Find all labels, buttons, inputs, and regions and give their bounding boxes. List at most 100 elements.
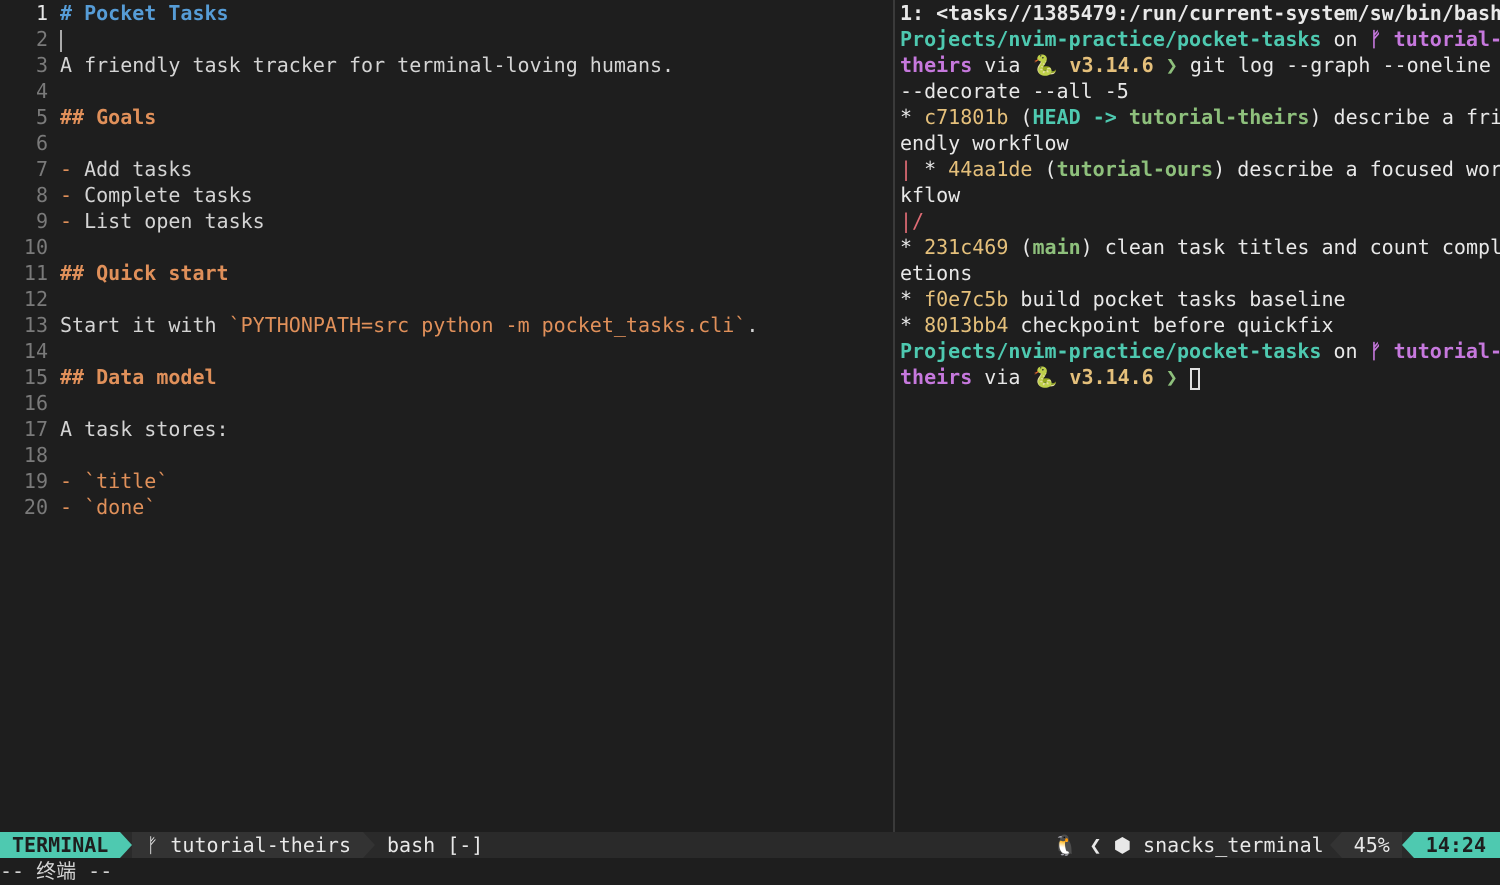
editor-line[interactable]: 16 xyxy=(0,390,893,416)
text-span: - xyxy=(60,157,73,181)
editor-line[interactable]: 20 - `done` xyxy=(0,494,893,520)
terminal-span: 8013bb4 xyxy=(924,313,1009,337)
text-span: Complete tasks xyxy=(72,183,253,207)
text-span: . xyxy=(746,313,759,337)
filetype-icon: ⬢ xyxy=(1113,833,1132,857)
editor-line[interactable]: 2 xyxy=(0,26,893,52)
line-number: 2 xyxy=(35,27,48,51)
editor-line[interactable]: 8- Complete tasks xyxy=(0,182,893,208)
editor-line[interactable]: 17 A task stores: xyxy=(0,416,893,442)
statusline: TERMINAL ᚠ tutorial-theirs bash [-] 🐧 ❮ … xyxy=(0,832,1500,858)
buffer-name: bash [-] xyxy=(386,833,484,857)
terminal-line: Projects/nvim-practice/pocket-tasks on ᚠ… xyxy=(900,338,1500,364)
line-number: 5 xyxy=(35,105,48,129)
terminal-span: HEAD -> xyxy=(1032,105,1117,129)
command-line[interactable]: -- 终端 -- xyxy=(0,858,1500,885)
editor-line[interactable]: 7- Add tasks xyxy=(0,156,893,182)
line-text: Start it with `PYTHONPATH=src python -m … xyxy=(60,312,893,338)
terminal-span: * xyxy=(900,287,925,311)
text-span: - xyxy=(60,183,73,207)
terminal-span: via xyxy=(972,365,1033,389)
text-span xyxy=(72,495,84,519)
line-number: 9 xyxy=(35,209,48,233)
line-number: 14 xyxy=(23,339,48,363)
editor-line[interactable]: 14 xyxy=(0,338,893,364)
terminal-span: ) describe a fri xyxy=(1309,105,1500,129)
editor-line[interactable]: 10 xyxy=(0,234,893,260)
text-span: - xyxy=(60,209,73,233)
split-divider[interactable] xyxy=(893,0,895,832)
text-span: Add tasks xyxy=(72,157,193,181)
line-number: 18 xyxy=(23,443,48,467)
terminal-pane[interactable]: 1: <tasks//1385479:/run/current-system/s… xyxy=(900,0,1500,832)
text-span: - xyxy=(60,469,73,493)
terminal-line: * 8013bb4 checkpoint before quickfix xyxy=(900,312,1500,338)
linux-icon: 🐧 xyxy=(1052,833,1078,857)
editor-line[interactable]: 1 # Pocket Tasks xyxy=(0,0,893,26)
editor-line[interactable]: 18 xyxy=(0,442,893,468)
line-number: 20 xyxy=(23,495,48,519)
chevron-left-icon: ❮ xyxy=(1089,833,1102,857)
line-number: 17 xyxy=(23,417,48,441)
line-text: - Complete tasks xyxy=(60,182,893,208)
editor-line[interactable]: 9 - List open tasks xyxy=(0,208,893,234)
terminal-span: ( xyxy=(1008,235,1033,259)
mode-indicator: TERMINAL xyxy=(0,832,121,858)
editor-line[interactable]: 6 xyxy=(0,130,893,156)
powerline-separator xyxy=(362,832,375,858)
editor-line[interactable]: 15 ## Data model xyxy=(0,364,893,390)
line-text: ## Data model xyxy=(60,364,893,390)
text-span: `title` xyxy=(84,469,169,493)
terminal-span: ( xyxy=(1008,105,1033,129)
terminal-span: on xyxy=(1321,27,1370,51)
line-text: A task stores: xyxy=(60,416,893,442)
editor-line[interactable]: 11 ## Quick start xyxy=(0,260,893,286)
terminal-span: on xyxy=(1321,339,1370,363)
terminal-line: kflow xyxy=(900,182,1500,208)
line-number: 19 xyxy=(23,469,48,493)
terminal-span: * xyxy=(912,157,949,181)
terminal-line: 1: <tasks//1385479:/run/current-system/s… xyxy=(900,0,1500,26)
line-number: 10 xyxy=(23,235,48,259)
line-text xyxy=(60,78,893,104)
text-span: # Pocket Tasks xyxy=(60,1,229,25)
line-text: A friendly task tracker for terminal-lov… xyxy=(60,52,893,78)
line-text xyxy=(60,442,893,468)
terminal-line: etions xyxy=(900,260,1500,286)
terminal-line: endly workflow xyxy=(900,130,1500,156)
powerline-separator xyxy=(120,832,133,858)
terminal-span: --decorate --all -5 xyxy=(900,79,1129,103)
terminal-line: Projects/nvim-practice/pocket-tasks on ᚠ… xyxy=(900,26,1500,52)
terminal-line: * c71801b (HEAD -> tutorial-theirs) desc… xyxy=(900,104,1500,130)
editor-line[interactable]: 19- `title` xyxy=(0,468,893,494)
terminal-line: * f0e7c5b build pocket tasks baseline xyxy=(900,286,1500,312)
filetype: snacks_terminal xyxy=(1143,833,1324,857)
clock: 14:24 xyxy=(1413,832,1500,858)
text-span: Start it with xyxy=(60,313,229,337)
line-number: 13 xyxy=(23,313,48,337)
editor-line[interactable]: 12 xyxy=(0,286,893,312)
text-span xyxy=(72,469,84,493)
line-text: - List open tasks xyxy=(60,208,893,234)
line-number: 12 xyxy=(23,287,48,311)
editor-line[interactable]: 13 Start it with `PYTHONPATH=src python -… xyxy=(0,312,893,338)
terminal-span: Projects/nvim-practice/pocket-tasks xyxy=(900,27,1322,51)
terminal-span: tutorial-theirs xyxy=(1128,105,1310,129)
terminal-span: 231c469 xyxy=(924,235,1009,259)
editor-pane[interactable]: 1 # Pocket Tasks 2 3 A friendly task tracker… xyxy=(0,0,893,832)
terminal-span: * xyxy=(900,235,925,259)
line-number: 7 xyxy=(35,157,48,181)
terminal-span: build pocket tasks baseline xyxy=(1008,287,1346,311)
terminal-span xyxy=(1117,105,1129,129)
editor-line[interactable]: 5 ## Goals xyxy=(0,104,893,130)
line-text: - `done` xyxy=(60,494,893,520)
editor-line[interactable]: 4 xyxy=(0,78,893,104)
terminal-span: checkpoint before quickfix xyxy=(1008,313,1334,337)
terminal-span: Projects/nvim-practice/pocket-tasks xyxy=(900,339,1322,363)
text-span: A friendly task tracker for terminal-lov… xyxy=(60,53,675,77)
editor-line[interactable]: 3 A friendly task tracker for terminal-lo… xyxy=(0,52,893,78)
line-text: ## Quick start xyxy=(60,260,893,286)
terminal-span: 44aa1de xyxy=(948,157,1033,181)
terminal-span: theirs xyxy=(900,53,973,77)
terminal-line: theirs via 🐍 v3.14.6 ❯ xyxy=(900,364,1500,390)
